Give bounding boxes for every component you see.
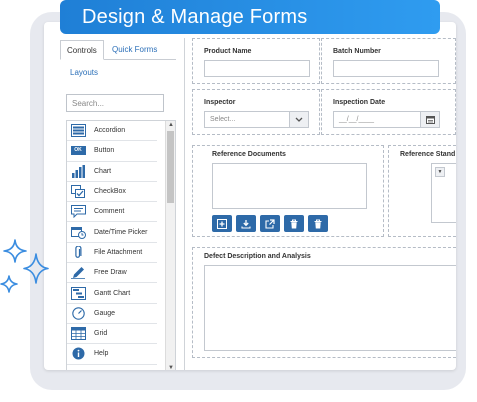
control-label: Grid bbox=[94, 330, 108, 338]
download-document-button[interactable] bbox=[236, 215, 256, 232]
page-banner: Design & Manage Forms bbox=[60, 0, 440, 34]
trash-icon bbox=[290, 219, 298, 228]
external-link-icon bbox=[265, 218, 275, 229]
control-label: Date/Time Picker bbox=[94, 228, 148, 236]
pencil-icon bbox=[70, 266, 86, 280]
accordion-icon bbox=[70, 124, 86, 138]
inspection-date-input[interactable]: __/__/____ bbox=[333, 111, 421, 128]
panel-divider bbox=[184, 38, 185, 370]
reference-documents-container: Reference Documents bbox=[192, 145, 384, 237]
button-icon: OK bbox=[70, 144, 86, 158]
control-label: Gauge bbox=[94, 309, 116, 317]
datetime-icon bbox=[70, 225, 86, 239]
product-name-input[interactable] bbox=[204, 60, 310, 77]
reference-documents-label: Reference Documents bbox=[212, 151, 286, 158]
control-item-free-draw[interactable]: Free Draw bbox=[67, 263, 157, 284]
reference-documents-list[interactable] bbox=[212, 163, 367, 209]
inspector-select[interactable]: Select... bbox=[204, 111, 290, 128]
control-label: Gantt Chart bbox=[94, 289, 131, 297]
controls-list: Accordion OK Button Chart CheckBox Comme… bbox=[66, 120, 176, 370]
sparkle-icon bbox=[0, 239, 49, 293]
inspection-date-label: Inspection Date bbox=[333, 99, 386, 106]
control-label: Comment bbox=[94, 208, 125, 216]
form-canvas: Product Name Batch Number Inspector Sele… bbox=[192, 38, 456, 358]
control-label: Help bbox=[94, 350, 109, 358]
product-name-label: Product Name bbox=[204, 48, 252, 55]
control-label: Free Draw bbox=[94, 269, 127, 277]
control-item-checkbox[interactable]: CheckBox bbox=[67, 182, 157, 203]
controls-scrollbar[interactable]: ▲ ▼ bbox=[165, 121, 175, 370]
control-item-help[interactable]: Help bbox=[67, 344, 157, 365]
gantt-icon bbox=[70, 286, 86, 300]
control-item-gantt-chart[interactable]: Gantt Chart bbox=[67, 283, 157, 304]
defect-description-label: Defect Description and Analysis bbox=[204, 253, 311, 260]
checkbox-icon bbox=[70, 185, 86, 199]
batch-number-container: Batch Number bbox=[321, 38, 456, 84]
control-label: CheckBox bbox=[94, 188, 126, 196]
reference-standards-container: Reference Stand ▼ bbox=[388, 145, 456, 237]
info-icon bbox=[70, 347, 86, 361]
add-icon bbox=[217, 218, 227, 229]
form-designer-window: Controls Quick Forms Layouts Search... A… bbox=[44, 22, 456, 370]
chevron-down-icon bbox=[295, 117, 303, 122]
control-item-datetime[interactable]: Date/Time Picker bbox=[67, 222, 157, 243]
attachment-icon bbox=[70, 245, 86, 259]
search-input[interactable]: Search... bbox=[66, 94, 164, 112]
inspector-label: Inspector bbox=[204, 99, 236, 106]
tab-quick-forms[interactable]: Quick Forms bbox=[112, 45, 157, 54]
product-name-container: Product Name bbox=[192, 38, 320, 84]
delete-document-button[interactable] bbox=[284, 215, 304, 232]
delete-all-documents-button[interactable] bbox=[308, 215, 328, 232]
button-icon-text: OK bbox=[70, 146, 86, 156]
controls-panel: Controls Quick Forms Layouts Search... A… bbox=[56, 38, 178, 370]
defect-description-container: Defect Description and Analysis bbox=[192, 247, 456, 358]
control-item-grid[interactable]: Grid bbox=[67, 324, 157, 345]
control-label: Button bbox=[94, 147, 115, 155]
batch-number-label: Batch Number bbox=[333, 48, 381, 55]
batch-number-input[interactable] bbox=[333, 60, 439, 77]
control-label: Accordion bbox=[94, 127, 126, 135]
tab-controls[interactable]: Controls bbox=[60, 40, 104, 60]
calendar-button[interactable] bbox=[420, 111, 440, 128]
scroll-thumb[interactable] bbox=[167, 131, 174, 203]
add-document-button[interactable] bbox=[212, 215, 232, 232]
calendar-icon bbox=[425, 115, 435, 124]
inspector-dropdown-button[interactable] bbox=[289, 111, 309, 128]
tab-layouts[interactable]: Layouts bbox=[70, 68, 98, 77]
comment-icon bbox=[70, 205, 86, 219]
scroll-down-arrow[interactable]: ▼ bbox=[166, 364, 175, 370]
control-item-accordion[interactable]: Accordion bbox=[67, 121, 157, 142]
download-icon bbox=[241, 219, 251, 229]
control-item-button[interactable]: OK Button bbox=[67, 141, 157, 162]
control-item-file-attachment[interactable]: File Attachment bbox=[67, 243, 157, 264]
control-item-chart[interactable]: Chart bbox=[67, 162, 157, 182]
inspection-date-container: Inspection Date __/__/____ bbox=[321, 89, 456, 135]
open-document-button[interactable] bbox=[260, 215, 280, 232]
inspector-container: Inspector Select... bbox=[192, 89, 320, 135]
trash-icon bbox=[314, 219, 322, 228]
control-item-comment[interactable]: Comment bbox=[67, 202, 157, 223]
grid-icon bbox=[70, 327, 86, 341]
control-item-gauge[interactable]: Gauge bbox=[67, 304, 157, 324]
chart-icon bbox=[70, 164, 86, 178]
reference-standards-label: Reference Stand bbox=[400, 151, 456, 158]
control-label: Chart bbox=[94, 167, 112, 175]
control-label: File Attachment bbox=[94, 248, 143, 256]
defect-description-textarea[interactable] bbox=[204, 265, 456, 351]
reference-standards-dropdown[interactable]: ▼ bbox=[435, 167, 445, 177]
scroll-up-arrow[interactable]: ▲ bbox=[166, 121, 175, 130]
gauge-icon bbox=[70, 306, 86, 320]
banner-title: Design & Manage Forms bbox=[82, 6, 308, 28]
